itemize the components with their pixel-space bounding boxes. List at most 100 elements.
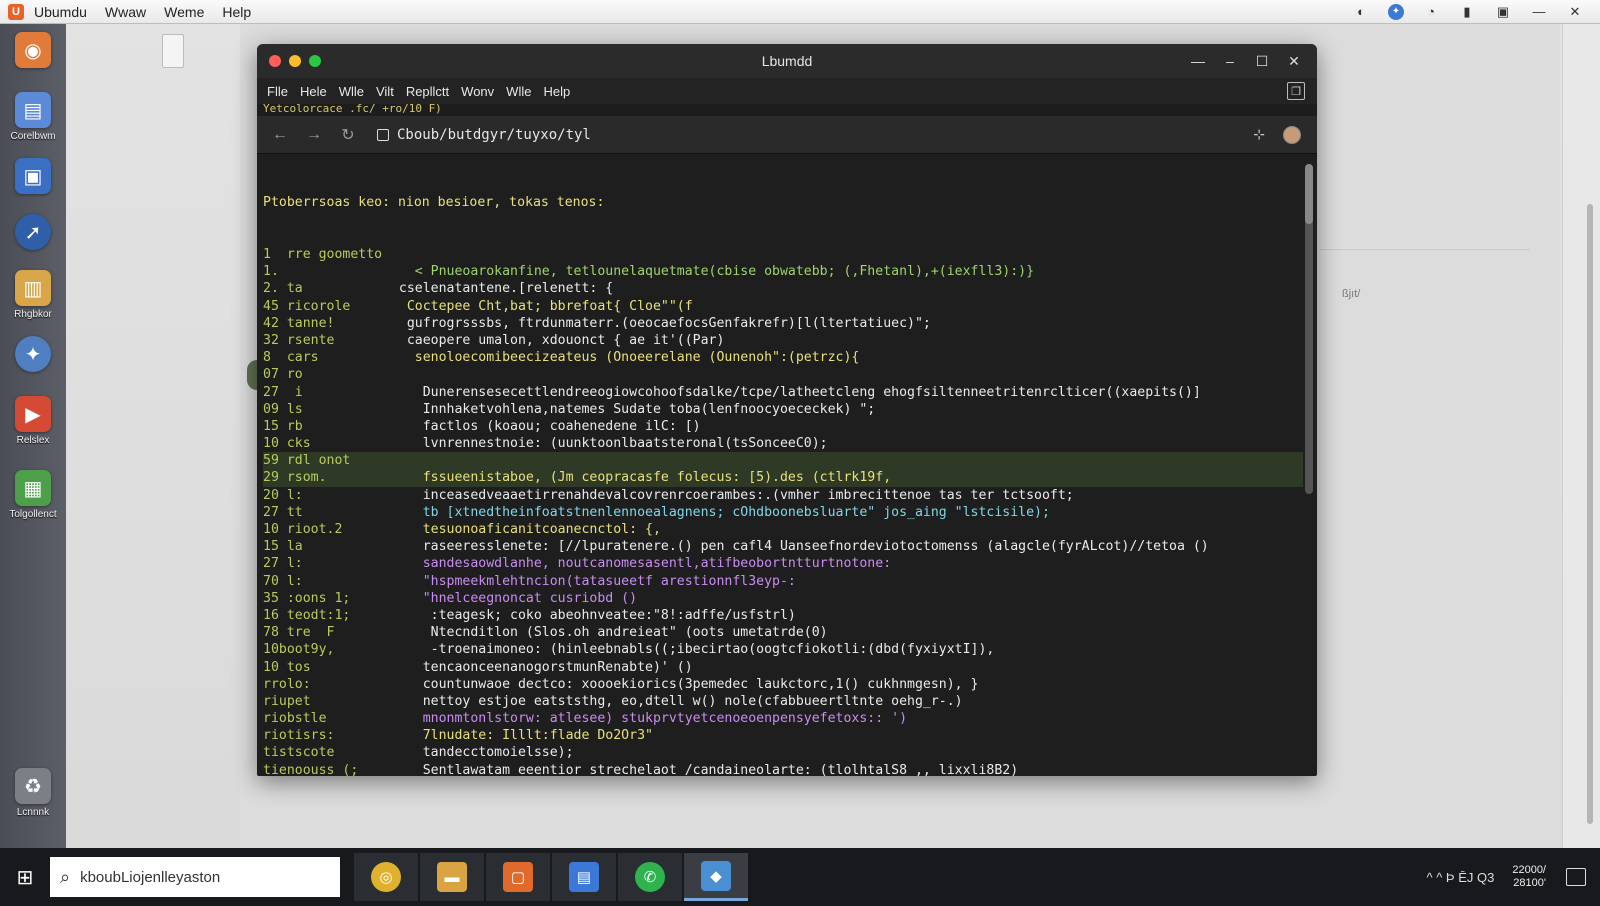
- terminal-scrollbar-thumb[interactable]: [1305, 164, 1313, 224]
- taskbar-app-office[interactable]: ▢: [486, 853, 550, 901]
- line-gutter: 27 i: [263, 384, 303, 400]
- line-code: tb [xtnedtheinfoatstnenlennoealagnens; c…: [383, 504, 1050, 520]
- menu-item-app[interactable]: Ubumdu: [34, 4, 87, 20]
- desktop-scrollbar[interactable]: [1562, 24, 1600, 848]
- taskbar-search[interactable]: ⌕ kboubLiojenlleyaston: [50, 857, 340, 897]
- clock-time: 22000/: [1512, 864, 1546, 876]
- minimize-icon[interactable]: —: [1189, 53, 1207, 70]
- line-gutter: 1 rre goomettoaectt: [263, 247, 383, 262]
- desktop-pane: [1320, 110, 1530, 250]
- terminal-line: rrolo: countunwaoe dectco: xoooekiorics(…: [263, 676, 1303, 693]
- close-icon[interactable]: ✕: [1566, 4, 1584, 20]
- menu-window[interactable]: Wonv: [461, 84, 494, 99]
- tray-icons-text[interactable]: ^ ^ Þ ĒJ Q3: [1427, 870, 1495, 885]
- scrollbar-thumb[interactable]: [1587, 204, 1593, 824]
- menu-help-alt[interactable]: Hele: [300, 84, 327, 99]
- menu-item-help[interactable]: Help: [222, 4, 251, 20]
- top-menubar: U Ubumdu Wwaw Weme Help ◐ ✦ ◔ ▮ ▣ — ✕: [0, 0, 1600, 24]
- terminal-line: riupet nettoy estjoe eatststhg, eo,dtell…: [263, 693, 1303, 710]
- menu-help[interactable]: Help: [543, 84, 570, 99]
- office-icon: ▢: [503, 862, 533, 892]
- terminal-line: 32 rsente caeopere umalon, xdouonct { ae…: [263, 332, 1303, 349]
- dock-item-presentation[interactable]: ▶ Relslex: [0, 396, 66, 446]
- dock-label: Tolgollenct: [9, 509, 57, 520]
- battery-icon[interactable]: ▮: [1458, 4, 1476, 20]
- maximize-icon[interactable]: ☐: [1253, 53, 1271, 70]
- line-gutter: 20 l:: [263, 487, 303, 503]
- minimize-window-button[interactable]: [289, 55, 301, 67]
- dock-item-document[interactable]: ▤ Corelbwm: [0, 92, 66, 142]
- line-code: fssueenistaboe, (Jm ceopracasfe folecus:…: [383, 470, 892, 486]
- close-icon[interactable]: ✕: [1285, 53, 1303, 70]
- menu-item-theme[interactable]: Weme: [164, 4, 204, 20]
- bluetooth-icon[interactable]: ✦: [1388, 3, 1404, 20]
- taskbar-app-notes[interactable]: ▤: [552, 853, 616, 901]
- menu-wile-2[interactable]: Wlle: [506, 84, 531, 99]
- box-icon: ◆: [701, 860, 731, 891]
- maximize-window-button[interactable]: [309, 55, 321, 67]
- dock-item-trash[interactable]: ♻ Lcnnnk: [0, 768, 66, 818]
- taskbar-app-folder[interactable]: ▬: [420, 853, 484, 901]
- page-icon: [377, 128, 389, 141]
- terminal-line: 10 tos tencaonceenanogorstmunRenabte)' (…: [263, 659, 1303, 676]
- terminal-line: tistscote tandecctomoielsse);: [263, 744, 1303, 761]
- dock-item-spreadsheet[interactable]: ▦ Tolgollenct: [0, 470, 66, 520]
- menu-wile[interactable]: Wlle: [339, 84, 364, 99]
- terminal-line: 45 ricorole Coctepee Cht,bat; bbrefoat{ …: [263, 298, 1303, 315]
- copy-icon[interactable]: ❐: [1287, 82, 1305, 100]
- menu-replicate[interactable]: Repllctt: [406, 84, 449, 99]
- line-code: caeopere umalon, xdouonct { ae it'((Par): [383, 332, 725, 348]
- desktop-file-icon[interactable]: [162, 34, 184, 68]
- avatar[interactable]: [1283, 125, 1301, 144]
- taskbar-app-chrome[interactable]: ◎: [354, 853, 418, 901]
- line-gutter: 59 rdl onot: [263, 453, 351, 469]
- dock-item-firefox[interactable]: ◉: [0, 32, 66, 68]
- terminal-line: 8 cars senoloecomibeecizeateus (Onoeerel…: [263, 349, 1303, 366]
- menu-view[interactable]: Vilt: [376, 84, 394, 99]
- line-gutter: 35 :oons 1;: [263, 590, 351, 606]
- restore-icon[interactable]: –: [1221, 53, 1239, 70]
- minimize-icon[interactable]: —: [1530, 4, 1548, 20]
- window-titlebar[interactable]: Lbumdd — – ☐ ✕: [257, 44, 1317, 78]
- taskbar-app-phone[interactable]: ✆: [618, 853, 682, 901]
- terminal-output[interactable]: Ptoberrsoas keo: nion besioer, tokas ten…: [257, 160, 1303, 776]
- terminal-window: Lbumdd — – ☐ ✕ Flle Hele Wlle Vilt Repll…: [257, 44, 1317, 776]
- clock-icon[interactable]: ◔: [1422, 4, 1440, 20]
- terminal-scrollbar[interactable]: [1305, 164, 1313, 494]
- clock-date: 28100': [1513, 877, 1546, 889]
- screen-icon[interactable]: ▣: [1494, 4, 1512, 20]
- dock-item-files[interactable]: ▥ Rhgbkor: [0, 270, 66, 320]
- desktop-faint-label: ßjıt/: [1342, 288, 1361, 300]
- terminal-line: 16 teodt:1; :teagesk; coko abeohnveatee:…: [263, 607, 1303, 624]
- menu-item-window[interactable]: Wwaw: [105, 4, 146, 20]
- phone-icon: ✆: [635, 862, 665, 892]
- terminal-line: 29 rsom. fssueenistaboe, (Jm ceopracasfe…: [263, 469, 1303, 487]
- pin-icon[interactable]: ⊹: [1253, 126, 1265, 143]
- app-logo-icon[interactable]: U: [8, 3, 24, 20]
- address-text: Cboub/butdgyr/tuyxo/tyl: [397, 126, 591, 143]
- network-icon[interactable]: ◐: [1352, 4, 1370, 20]
- reload-icon[interactable]: ↻: [335, 125, 361, 145]
- start-button[interactable]: ⊞: [0, 853, 50, 901]
- firefox-icon: ◉: [15, 32, 51, 68]
- dock-item-office[interactable]: ▣: [0, 158, 66, 194]
- line-gutter: riobstle: [263, 711, 327, 727]
- window-controls: — – ☐ ✕: [1189, 53, 1303, 70]
- clock[interactable]: 22000/ 28100': [1512, 864, 1546, 890]
- close-window-button[interactable]: [269, 55, 281, 67]
- menu-file[interactable]: Flle: [267, 84, 288, 99]
- terminal-line: 15 la raseeresslenete: [//lpuratenere.()…: [263, 538, 1303, 555]
- forward-icon[interactable]: →: [301, 126, 327, 144]
- compass-icon: ➚: [15, 214, 51, 250]
- terminal-line: 1. < Pnueoarokanfine, tetlounelaquetmate…: [263, 263, 1303, 280]
- dock-item-compass[interactable]: ➚: [0, 214, 66, 250]
- address-bar[interactable]: Cboub/butdgyr/tuyxo/tyl: [377, 122, 1253, 148]
- system-tray: ^ ^ Þ ĒJ Q3 22000/ 28100': [1427, 864, 1586, 890]
- back-icon[interactable]: ←: [267, 126, 293, 144]
- taskbar-app-box[interactable]: ◆: [684, 853, 748, 901]
- nav-actions: ⊹: [1253, 125, 1301, 144]
- notification-icon[interactable]: [1566, 868, 1586, 886]
- terminal-line: 10 cks lvnrennestnoie: (uunktoonlbaatste…: [263, 435, 1303, 452]
- files-icon: ▥: [15, 270, 51, 306]
- dock-item-globe[interactable]: ✦: [0, 336, 66, 372]
